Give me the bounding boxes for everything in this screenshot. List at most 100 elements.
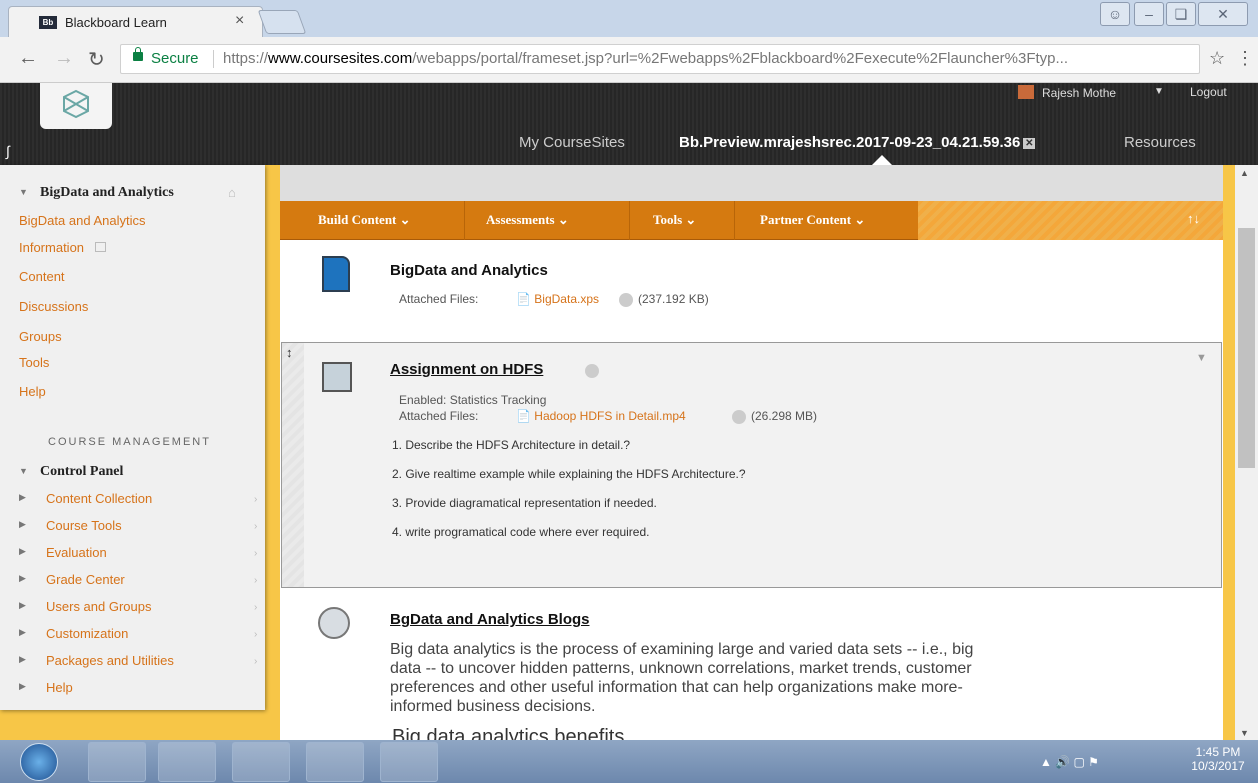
scroll-down-icon[interactable]: ▼ [1240,728,1249,738]
sidebar-item-information[interactable]: Information [19,240,84,255]
toolbar-divider [734,201,735,240]
cp-item-course-tools[interactable]: Course Tools [46,518,122,533]
partner-content-button[interactable]: Partner Content ⌄ [760,212,865,228]
start-button[interactable] [20,743,58,781]
cp-item-users-groups[interactable]: Users and Groups [46,599,152,614]
close-window-button[interactable]: ✕ [1198,2,1248,26]
browser-tab[interactable]: Bb Blackboard Learn × [8,6,263,37]
options-menu-icon[interactable] [619,293,633,307]
cube-logo-icon [63,89,89,119]
document-icon: 📄 [516,409,531,423]
item-title[interactable]: BigData and Analytics [390,262,548,279]
cp-item-packages[interactable]: Packages and Utilities [46,653,174,668]
attachment-link[interactable]: 📄 Hadoop HDFS in Detail.mp4 [516,409,686,423]
assignment-line: 2. Give realtime example while explainin… [392,467,746,481]
url-input[interactable]: Secure https://www.coursesites.com/webap… [120,44,1200,74]
back-icon[interactable]: ← [18,47,38,70]
edit-mode-icon[interactable]: ∫ [6,143,10,159]
close-icon[interactable]: ✕ [1023,137,1036,149]
cp-item-customization[interactable]: Customization [46,626,128,641]
tray-icons[interactable]: ▲ 🔊 ▢ ⚑ [1040,755,1099,769]
browser-menu-icon[interactable]: ⋮ [1236,48,1254,69]
sidebar-item-discussions[interactable]: Discussions [19,299,88,314]
lock-icon [133,47,143,61]
coursesites-logo[interactable] [40,83,112,129]
assignment-icon [322,362,352,392]
omnibox-divider [213,50,214,68]
tools-button[interactable]: Tools ⌄ [653,212,696,228]
sidebar-item-groups[interactable]: Groups [19,329,62,344]
expand-triangle-icon: ▶ [19,519,26,529]
sidebar-item-content[interactable]: Content [19,269,65,284]
nav-my-coursesites[interactable]: My CourseSites [519,134,625,151]
collapse-triangle-icon[interactable]: ▼ [19,466,28,476]
expand-triangle-icon: ▶ [19,654,26,664]
clock-date: 10/3/2017 [1191,759,1245,773]
file-size: (26.298 MB) [751,409,818,423]
course-breadcrumb[interactable]: Bb.Preview.mrajeshsrec.2017-09-23_04.21.… [679,134,1036,151]
collapse-triangle-icon[interactable]: ▼ [19,187,28,197]
url-text: https://www.coursesites.com/webapps/port… [223,50,1069,67]
reload-icon[interactable]: ↻ [88,47,105,72]
item-title[interactable]: Assignment on HDFS [390,361,543,378]
scroll-up-icon[interactable]: ▲ [1240,168,1249,178]
item-chevron-down-icon[interactable]: ▼ [1196,352,1207,364]
reorder-button[interactable]: ↑↓ [1187,211,1200,226]
user-name: Rajesh Mothe [1042,86,1117,100]
item-title[interactable]: BgData and Analytics Blogs [390,611,589,628]
explorer-taskbar-icon[interactable] [88,742,146,782]
firefox-taskbar-icon[interactable] [158,742,216,782]
bookmark-star-icon[interactable]: ☆ [1209,48,1225,69]
ie-taskbar-icon[interactable] [232,742,290,782]
control-panel-heading[interactable]: Control Panel [40,464,123,480]
course-title[interactable]: BigData and Analytics [40,185,174,201]
options-menu-icon[interactable] [585,364,599,378]
file-icon [322,256,350,292]
content-header [280,165,1223,201]
secure-label: Secure [151,50,199,67]
sidebar-item-help[interactable]: Help [19,384,46,399]
logout-button[interactable]: Logout [1190,85,1227,99]
control-panel-list: ▶ Content Collection › ▶ Course Tools › … [0,486,265,706]
nav-resources[interactable]: Resources [1124,134,1196,151]
home-icon[interactable]: ⌂ [228,185,236,200]
chevron-right-icon: › [254,602,258,613]
profile-icon[interactable]: ☺ [1100,2,1130,26]
breadcrumb-text: Bb.Preview.mrajeshsrec.2017-09-23_04.21.… [679,134,1021,151]
course-management-label: COURSE MANAGEMENT [48,436,211,448]
attached-files-label: Attached Files: [399,292,479,306]
cp-item-help[interactable]: Help [46,680,73,695]
chevron-right-icon: › [254,521,258,532]
sidebar-item-tools[interactable]: Tools [19,355,49,370]
system-clock[interactable]: 1:45 PM 10/3/2017 [1187,745,1249,773]
expand-triangle-icon: ▶ [19,573,26,583]
cp-item-evaluation[interactable]: Evaluation [46,545,107,560]
forward-icon[interactable]: → [54,47,74,70]
clock-time: 1:45 PM [1195,745,1241,759]
word-taskbar-icon[interactable] [380,742,438,782]
new-tab-button[interactable] [257,10,307,34]
attachment-link[interactable]: 📄 BigData.xps [516,292,599,306]
toolbar-stripe [918,201,1223,240]
sidebar-item-bigdata[interactable]: BigData and Analytics [19,213,145,228]
assignment-line: 3. Provide diagramatical representation … [392,496,657,510]
build-content-button[interactable]: Build Content ⌄ [318,212,411,228]
cp-item-grade-center[interactable]: Grade Center [46,572,125,587]
content-action-bar: Build Content ⌄ Assessments ⌄ Tools ⌄ Pa… [280,201,1223,240]
chevron-right-icon: › [254,548,258,559]
maximize-button[interactable]: ❏ [1166,2,1196,26]
chrome-taskbar-icon[interactable] [306,742,364,782]
assessments-button[interactable]: Assessments ⌄ [486,212,569,228]
reorder-arrow-icon[interactable]: ↕ [286,345,293,360]
toolbar-divider [629,201,630,240]
toolbar-divider [464,201,465,240]
chevron-right-icon: › [254,575,258,586]
cp-item-content-collection[interactable]: Content Collection [46,491,152,506]
minimize-button[interactable]: – [1134,2,1164,26]
drag-handle[interactable] [282,343,304,587]
options-menu-icon[interactable] [732,410,746,424]
chevron-down-icon: ▼ [1154,86,1164,97]
file-size: (237.192 KB) [638,292,709,306]
tab-close-icon[interactable]: × [235,12,244,30]
scrollbar-thumb[interactable] [1238,228,1255,468]
